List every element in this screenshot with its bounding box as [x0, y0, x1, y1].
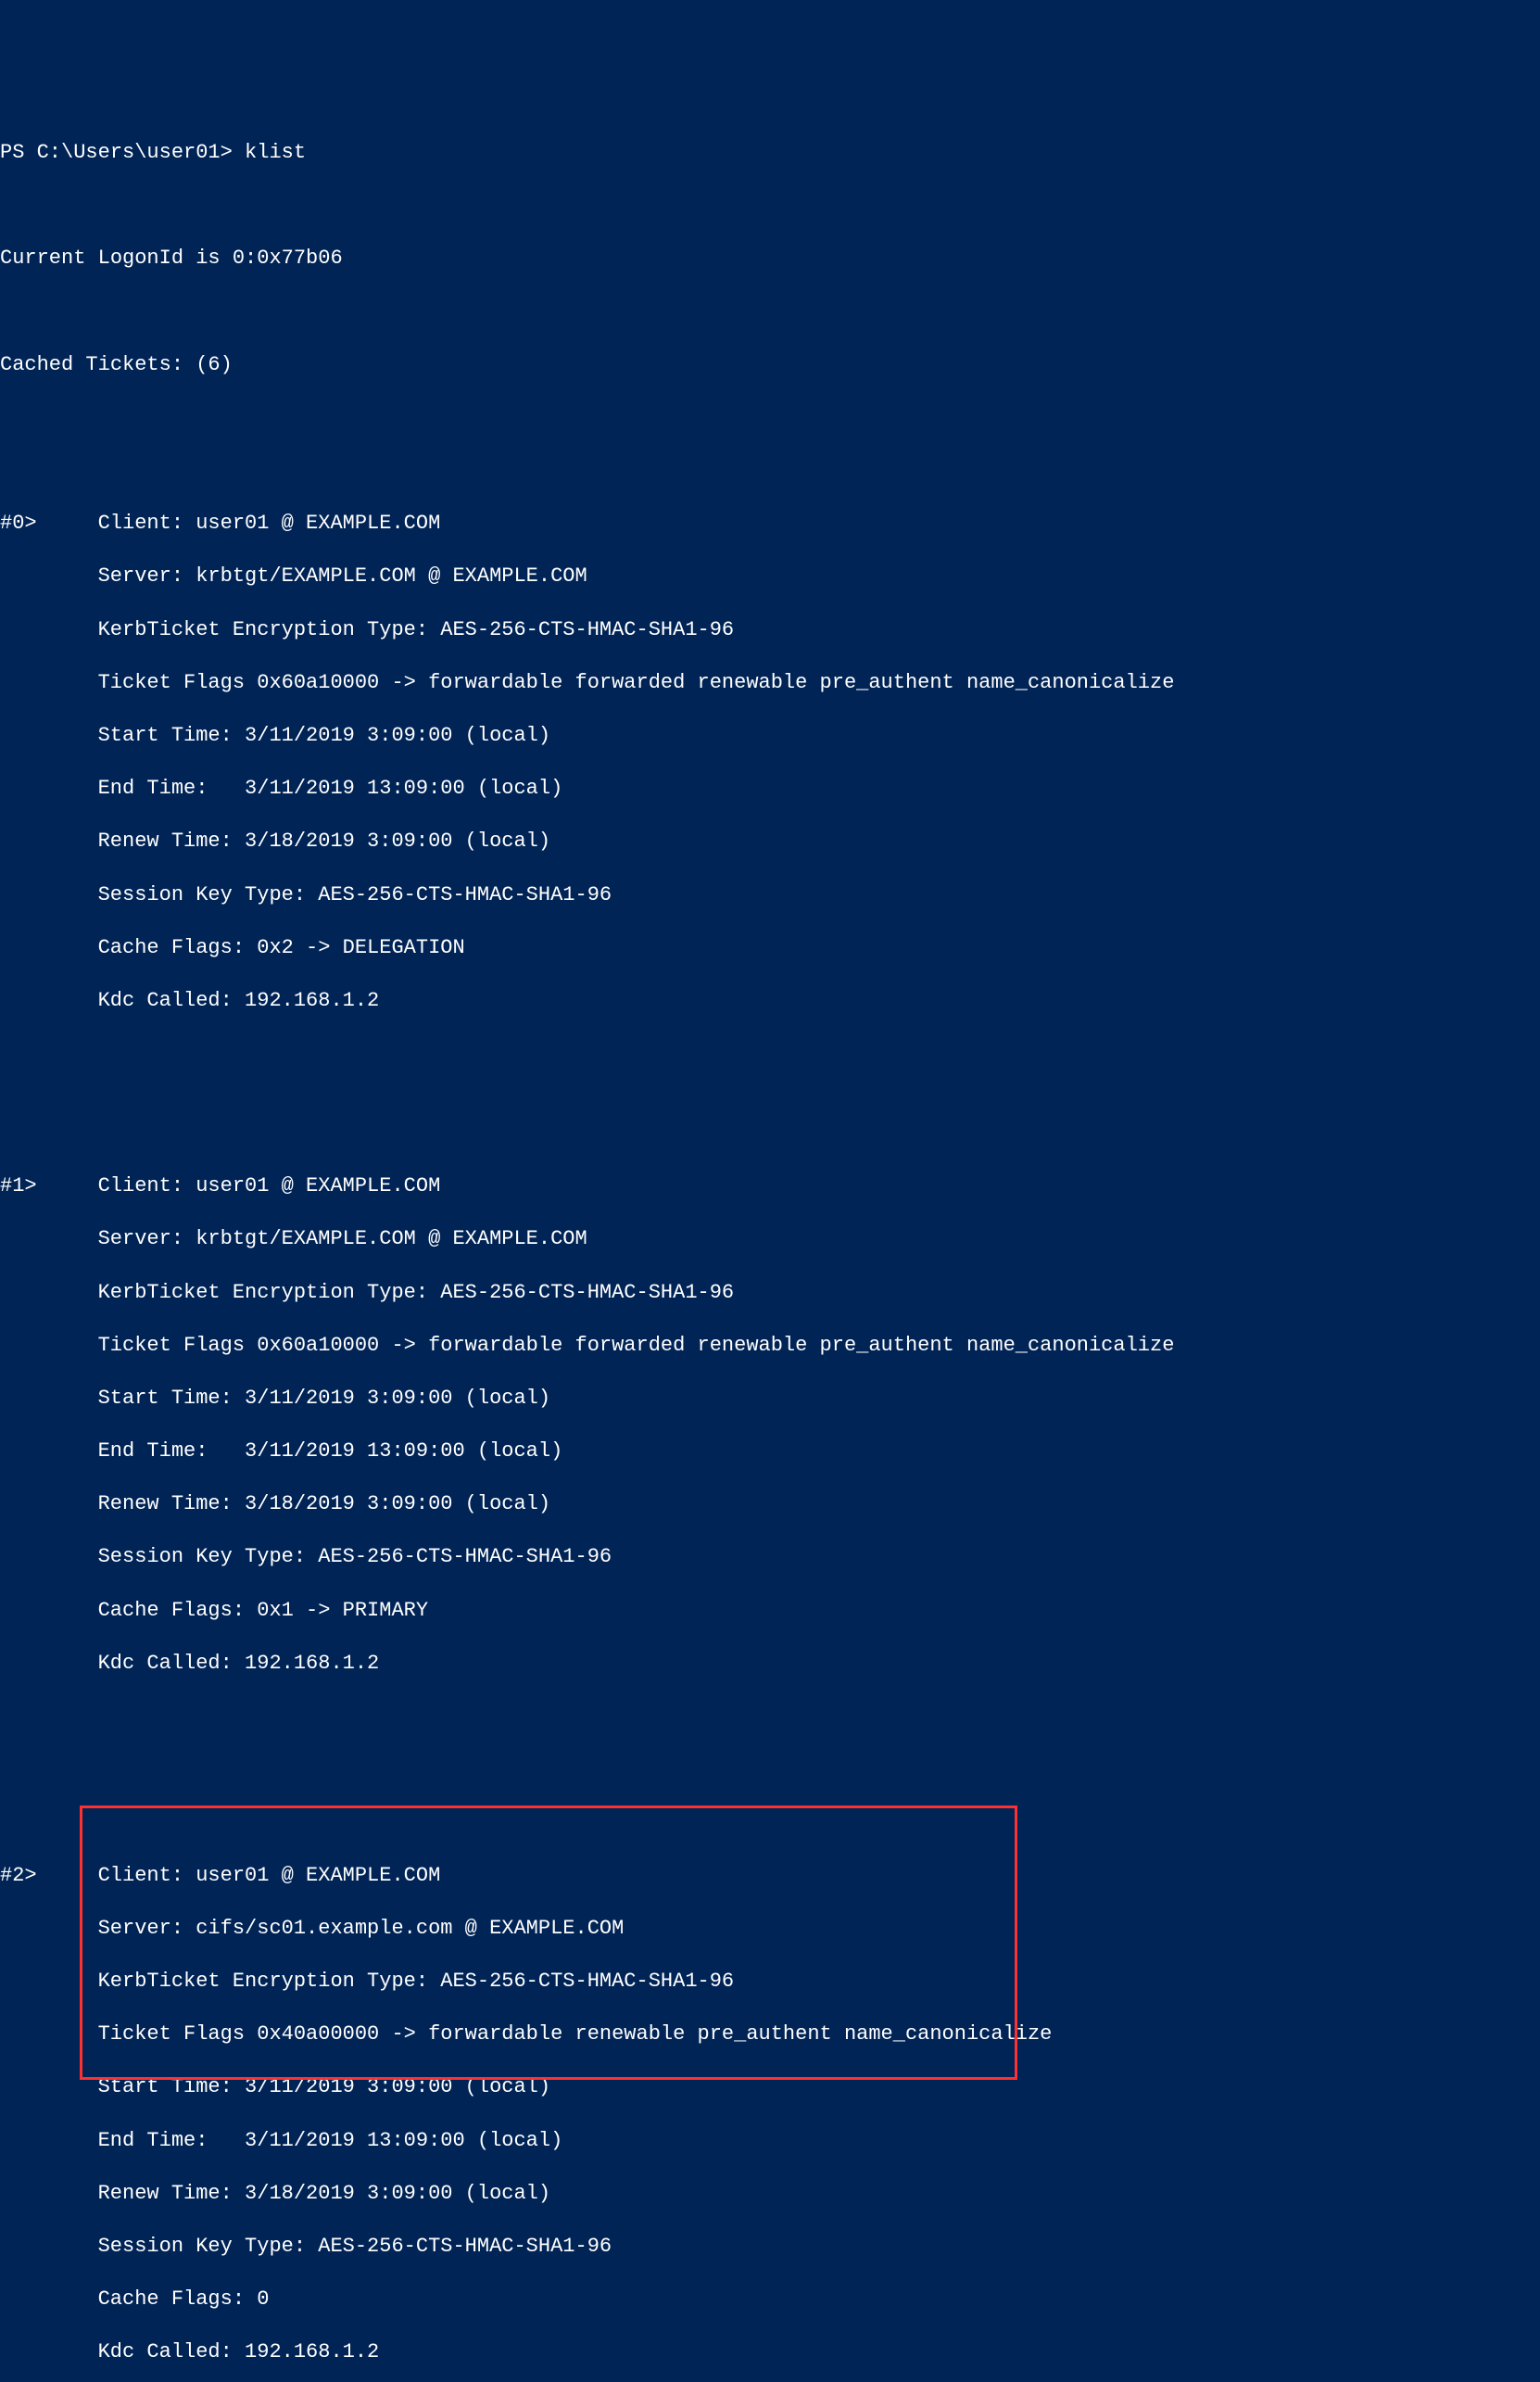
blank-line: [0, 193, 1540, 220]
ticket-renew-time: Renew Time: 3/18/2019 3:09:00 (local): [0, 829, 1540, 855]
ticket-entry-0: #0>Client: user01 @ EXAMPLE.COM Server: …: [0, 485, 1540, 1041]
ticket-client: Client: user01 @ EXAMPLE.COM: [98, 511, 441, 538]
ticket-end-time: End Time: 3/11/2019 13:09:00 (local): [0, 1438, 1540, 1465]
blank-line: [0, 1730, 1540, 1757]
ticket-cache-flags: Cache Flags: 0x1 -> PRIMARY: [0, 1598, 1540, 1625]
prompt-line[interactable]: PS C:\Users\user01> klist: [0, 140, 1540, 167]
ticket-server: Server: krbtgt/EXAMPLE.COM @ EXAMPLE.COM: [0, 564, 1540, 590]
ticket-start-time: Start Time: 3/11/2019 3:09:00 (local): [0, 1386, 1540, 1413]
ticket-client: Client: user01 @ EXAMPLE.COM: [98, 1173, 441, 1200]
blank-line: [0, 299, 1540, 326]
ticket-encryption: KerbTicket Encryption Type: AES-256-CTS-…: [0, 617, 1540, 644]
ticket-flags: Ticket Flags 0x60a10000 -> forwardable f…: [0, 1333, 1540, 1360]
ticket-session-key: Session Key Type: AES-256-CTS-HMAC-SHA1-…: [0, 882, 1540, 909]
ticket-server: Server: cifs/sc01.example.com @ EXAMPLE.…: [0, 1916, 1540, 1943]
blank-line: [0, 1068, 1540, 1095]
ticket-number: #1>: [0, 1173, 98, 1200]
ticket-end-time: End Time: 3/11/2019 13:09:00 (local): [0, 2128, 1540, 2155]
ticket-end-time: End Time: 3/11/2019 13:09:00 (local): [0, 776, 1540, 803]
ticket-cache-flags: Cache Flags: 0x2 -> DELEGATION: [0, 935, 1540, 962]
ticket-session-key: Session Key Type: AES-256-CTS-HMAC-SHA1-…: [0, 1544, 1540, 1571]
ticket-entry-2: #2>Client: user01 @ EXAMPLE.COM Server: …: [0, 1809, 1540, 2382]
ticket-renew-time: Renew Time: 3/18/2019 3:09:00 (local): [0, 1491, 1540, 1518]
ticket-session-key: Session Key Type: AES-256-CTS-HMAC-SHA1-…: [0, 2234, 1540, 2261]
blank-line: [0, 405, 1540, 432]
ticket-cache-flags: Cache Flags: 0: [0, 2287, 1540, 2313]
ticket-encryption: KerbTicket Encryption Type: AES-256-CTS-…: [0, 1280, 1540, 1307]
ticket-kdc: Kdc Called: 192.168.1.2: [0, 988, 1540, 1015]
ticket-start-time: Start Time: 3/11/2019 3:09:00 (local): [0, 723, 1540, 750]
ticket-entry-1: #1>Client: user01 @ EXAMPLE.COM Server: …: [0, 1147, 1540, 1704]
terminal-output: PS C:\Users\user01> klist Current LogonI…: [0, 113, 1540, 2382]
ticket-server: Server: krbtgt/EXAMPLE.COM @ EXAMPLE.COM: [0, 1226, 1540, 1253]
ticket-kdc: Kdc Called: 192.168.1.2: [0, 2339, 1540, 2366]
ticket-flags: Ticket Flags 0x60a10000 -> forwardable f…: [0, 670, 1540, 697]
ticket-flags: Ticket Flags 0x40a00000 -> forwardable r…: [0, 2021, 1540, 2048]
ticket-start-time: Start Time: 3/11/2019 3:09:00 (local): [0, 2074, 1540, 2101]
ticket-number: #0>: [0, 511, 98, 538]
ticket-kdc: Kdc Called: 192.168.1.2: [0, 1651, 1540, 1678]
logon-id-line: Current LogonId is 0:0x77b06: [0, 246, 1540, 272]
cached-tickets-line: Cached Tickets: (6): [0, 352, 1540, 379]
ticket-number: #2>: [0, 1863, 98, 1890]
ticket-renew-time: Renew Time: 3/18/2019 3:09:00 (local): [0, 2181, 1540, 2208]
ticket-encryption: KerbTicket Encryption Type: AES-256-CTS-…: [0, 1969, 1540, 1996]
ticket-client: Client: user01 @ EXAMPLE.COM: [98, 1863, 441, 1890]
